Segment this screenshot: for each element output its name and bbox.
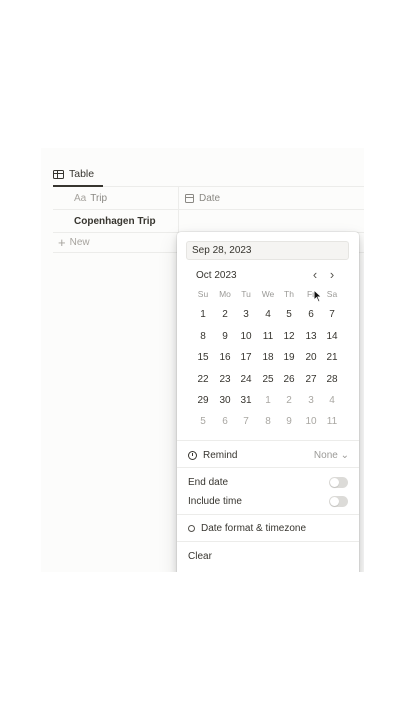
calendar-day[interactable]: 18 xyxy=(258,347,278,367)
calendar-day[interactable]: 29 xyxy=(193,390,213,410)
clear-button[interactable]: Clear xyxy=(188,551,212,562)
calendar-day-other-month[interactable]: 11 xyxy=(322,411,342,431)
divider xyxy=(177,514,359,515)
calendar-day-other-month[interactable]: 9 xyxy=(279,411,299,431)
table-icon xyxy=(53,169,64,179)
calendar-day-other-month[interactable]: 7 xyxy=(236,411,256,431)
database-view: Table Aa Trip Date Copenhagen Trip + New… xyxy=(41,148,364,572)
calendar-day[interactable]: 3 xyxy=(236,304,256,324)
calendar-day-other-month[interactable]: 2 xyxy=(279,390,299,410)
calendar-day[interactable]: 9 xyxy=(215,326,235,346)
calendar-day[interactable]: 1 xyxy=(193,304,213,324)
new-row-button[interactable]: + New xyxy=(58,234,90,250)
calendar-day-other-month[interactable]: 4 xyxy=(322,390,342,410)
calendar-day[interactable]: 8 xyxy=(193,326,213,346)
calendar-day[interactable]: 11 xyxy=(258,326,278,346)
cell-date[interactable] xyxy=(178,210,364,232)
calendar-day[interactable]: 24 xyxy=(236,369,256,389)
remind-row[interactable]: Remind xyxy=(188,450,237,461)
date-input[interactable]: Sep 28, 2023 xyxy=(186,241,349,260)
weekday-label: Sa xyxy=(326,289,338,299)
date-format-label: Date format & timezone xyxy=(201,523,307,534)
calendar-day[interactable]: 4 xyxy=(258,304,278,324)
calendar-day[interactable]: 19 xyxy=(279,347,299,367)
weekday-label: Mo xyxy=(219,289,231,299)
calendar-day[interactable]: 30 xyxy=(215,390,235,410)
weekday-label: We xyxy=(261,289,275,299)
column-header-date[interactable]: Date xyxy=(178,187,364,209)
calendar-day[interactable]: 14 xyxy=(322,326,342,346)
chevron-right-icon[interactable]: › xyxy=(324,266,340,282)
remind-dropdown[interactable]: None ⌄ xyxy=(314,450,349,461)
calendar-day-other-month[interactable]: 3 xyxy=(301,390,321,410)
calendar-day[interactable]: 21 xyxy=(322,347,342,367)
calendar-day[interactable]: 22 xyxy=(193,369,213,389)
divider xyxy=(177,541,359,542)
include-time-toggle[interactable] xyxy=(329,496,348,507)
calendar-day-other-month[interactable]: 1 xyxy=(258,390,278,410)
divider xyxy=(177,467,359,468)
calendar-day[interactable]: 26 xyxy=(279,369,299,389)
calendar-day-other-month[interactable]: 5 xyxy=(193,411,213,431)
include-time-label: Include time xyxy=(188,496,242,507)
weekday-label: Th xyxy=(284,289,294,299)
column-header-label: Trip xyxy=(90,192,108,204)
month-label: Oct 2023 xyxy=(196,270,237,281)
plus-icon: + xyxy=(58,234,66,250)
end-date-toggle[interactable] xyxy=(329,477,348,488)
calendar-day[interactable]: 23 xyxy=(215,369,235,389)
column-header-label: Date xyxy=(199,192,221,204)
mouse-cursor-icon xyxy=(313,289,323,303)
date-format-timezone-item[interactable]: Date format & timezone xyxy=(188,523,306,534)
calendar-day[interactable]: 16 xyxy=(215,347,235,367)
alarm-clock-icon xyxy=(188,451,197,460)
column-header-trip[interactable]: Aa Trip xyxy=(53,187,177,209)
tab-table[interactable]: Table xyxy=(53,162,94,186)
weekday-label: Tu xyxy=(241,289,251,299)
calendar-day-other-month[interactable]: 8 xyxy=(258,411,278,431)
calendar-day[interactable]: 12 xyxy=(279,326,299,346)
calendar-day[interactable]: 2 xyxy=(215,304,235,324)
remind-value: None xyxy=(313,450,338,461)
calendar-day[interactable]: 5 xyxy=(279,304,299,324)
calendar-day[interactable]: 25 xyxy=(258,369,278,389)
end-date-label: End date xyxy=(188,477,229,488)
date-picker-popup: Sep 28, 2023 Oct 2023 ‹ › Remind None ⌄ … xyxy=(177,232,359,572)
calendar-day[interactable]: 28 xyxy=(322,369,342,389)
calendar-day[interactable]: 31 xyxy=(236,390,256,410)
calendar-day[interactable]: 13 xyxy=(301,326,321,346)
new-row-label: New xyxy=(69,236,90,248)
calendar-icon xyxy=(185,193,194,203)
calendar-day-other-month[interactable]: 6 xyxy=(215,411,235,431)
tab-label: Table xyxy=(69,168,95,180)
calendar-day[interactable]: 6 xyxy=(301,304,321,324)
chevron-down-icon: ⌄ xyxy=(340,450,349,461)
text-property-icon: Aa xyxy=(74,192,87,204)
remind-label: Remind xyxy=(203,450,238,461)
cell-trip[interactable]: Copenhagen Trip xyxy=(53,210,177,232)
divider xyxy=(177,440,359,441)
chevron-left-icon[interactable]: ‹ xyxy=(307,266,323,282)
calendar-day[interactable]: 15 xyxy=(193,347,213,367)
calendar-day[interactable]: 7 xyxy=(322,304,342,324)
calendar-day[interactable]: 27 xyxy=(301,369,321,389)
weekday-label: Su xyxy=(197,289,209,299)
gear-icon xyxy=(188,525,195,532)
calendar-day[interactable]: 20 xyxy=(301,347,321,367)
calendar-day[interactable]: 17 xyxy=(236,347,256,367)
calendar-day-other-month[interactable]: 10 xyxy=(301,411,321,431)
calendar-day[interactable]: 10 xyxy=(236,326,256,346)
